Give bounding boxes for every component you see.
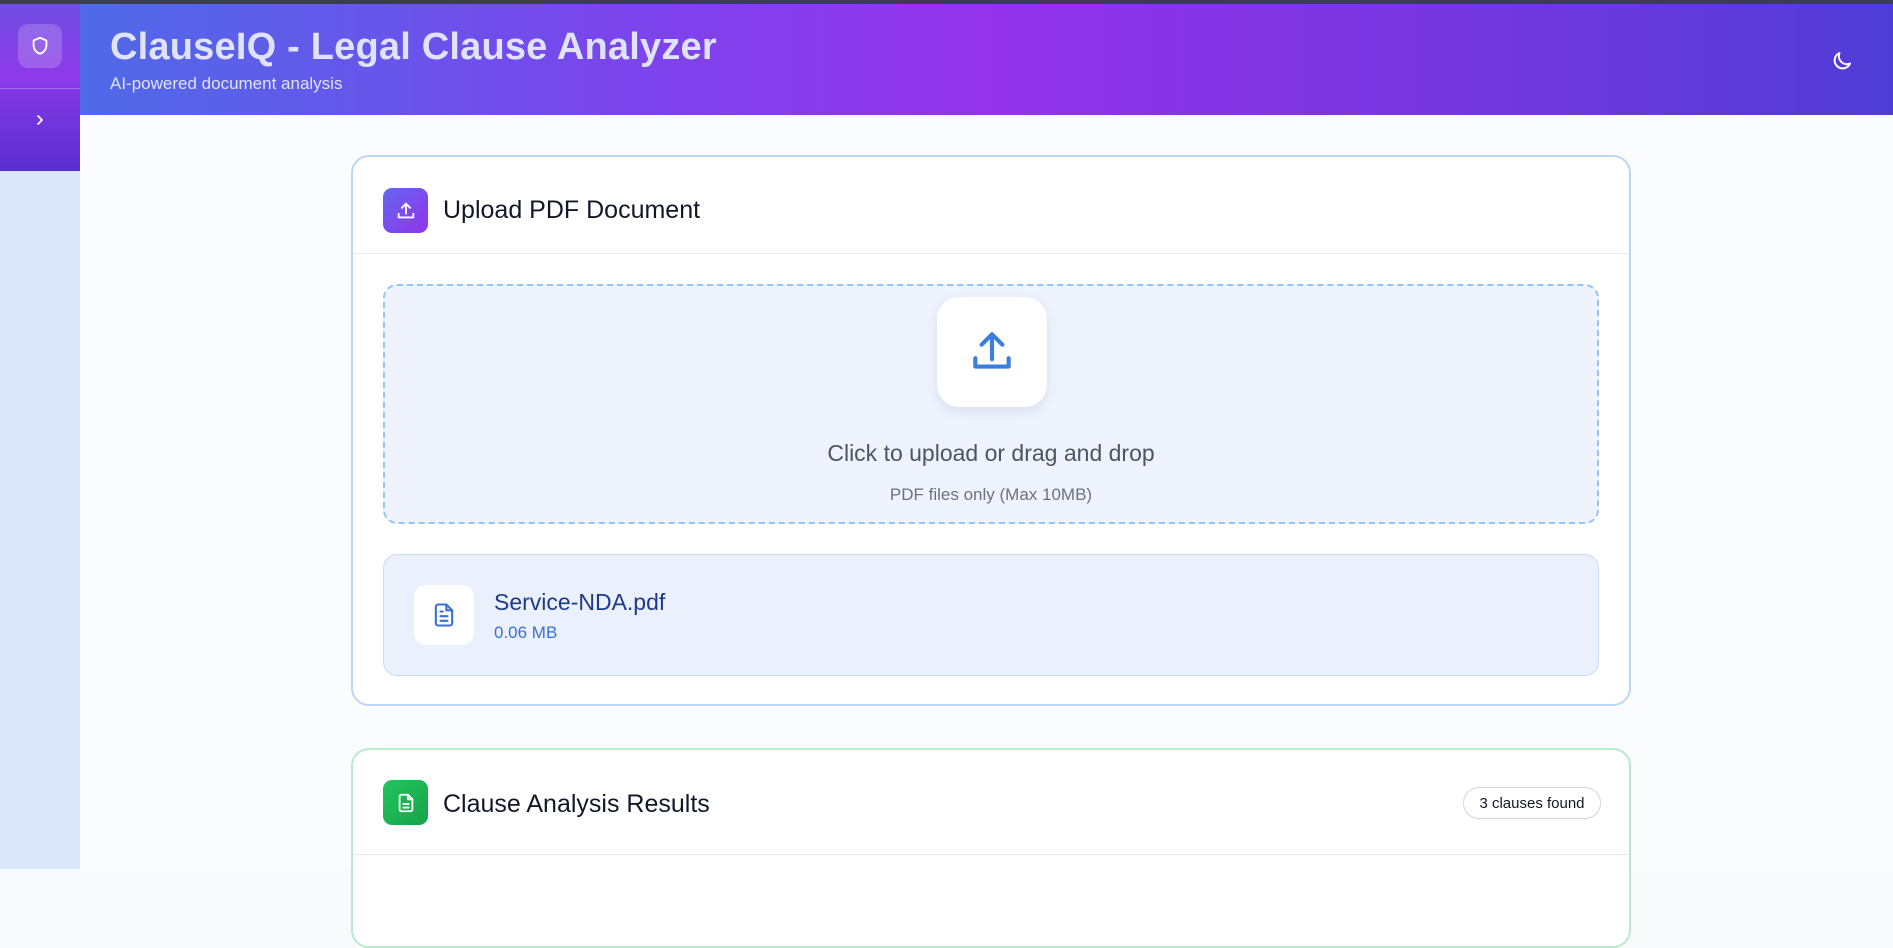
app-subtitle: AI-powered document analysis xyxy=(110,74,343,93)
theme-toggle-button[interactable] xyxy=(1827,46,1857,76)
results-card-icon xyxy=(383,780,428,825)
upload-icon xyxy=(397,202,414,218)
dropzone-icon-box xyxy=(937,297,1047,407)
file-size: 0.06 MB xyxy=(494,623,558,642)
results-card-header: Clause Analysis Results 3 clauses found xyxy=(353,750,1629,855)
sidebar-expand-button[interactable] xyxy=(0,100,80,140)
pdf-dropzone[interactable]: Click to upload or drag and drop PDF fil… xyxy=(383,284,1599,524)
upload-icon xyxy=(973,332,1011,369)
file-text-icon xyxy=(398,793,413,812)
sidebar-brand-area xyxy=(0,0,80,171)
results-card: Clause Analysis Results 3 clauses found xyxy=(351,748,1631,948)
sidebar-logo[interactable] xyxy=(18,24,62,68)
dropzone-subtitle: PDF files only (Max 10MB) xyxy=(889,485,1093,504)
upload-card-header: Upload PDF Document xyxy=(353,157,1629,254)
shield-icon xyxy=(32,36,48,55)
window-top-border xyxy=(0,0,1893,4)
sidebar-divider xyxy=(0,88,80,89)
dropzone-title: Click to upload or drag and drop xyxy=(827,440,1155,466)
file-icon-box xyxy=(414,585,474,645)
moon-icon xyxy=(1833,52,1851,70)
clause-count-badge: 3 clauses found xyxy=(1463,787,1601,819)
uploaded-file-item[interactable]: Service-NDA.pdf 0.06 MB xyxy=(383,554,1599,676)
app-header: ClauseIQ - Legal Clause Analyzer AI-powe… xyxy=(80,4,1893,115)
upload-card-icon xyxy=(383,188,428,233)
chevron-right-icon xyxy=(37,115,43,125)
results-card-title: Clause Analysis Results xyxy=(443,790,710,818)
app-title: ClauseIQ - Legal Clause Analyzer xyxy=(110,26,717,68)
sidebar xyxy=(0,0,80,869)
upload-card: Upload PDF Document Click to upload or d… xyxy=(351,155,1631,706)
file-name: Service-NDA.pdf xyxy=(494,589,666,615)
file-text-icon xyxy=(434,603,454,627)
upload-card-title: Upload PDF Document xyxy=(443,196,701,224)
